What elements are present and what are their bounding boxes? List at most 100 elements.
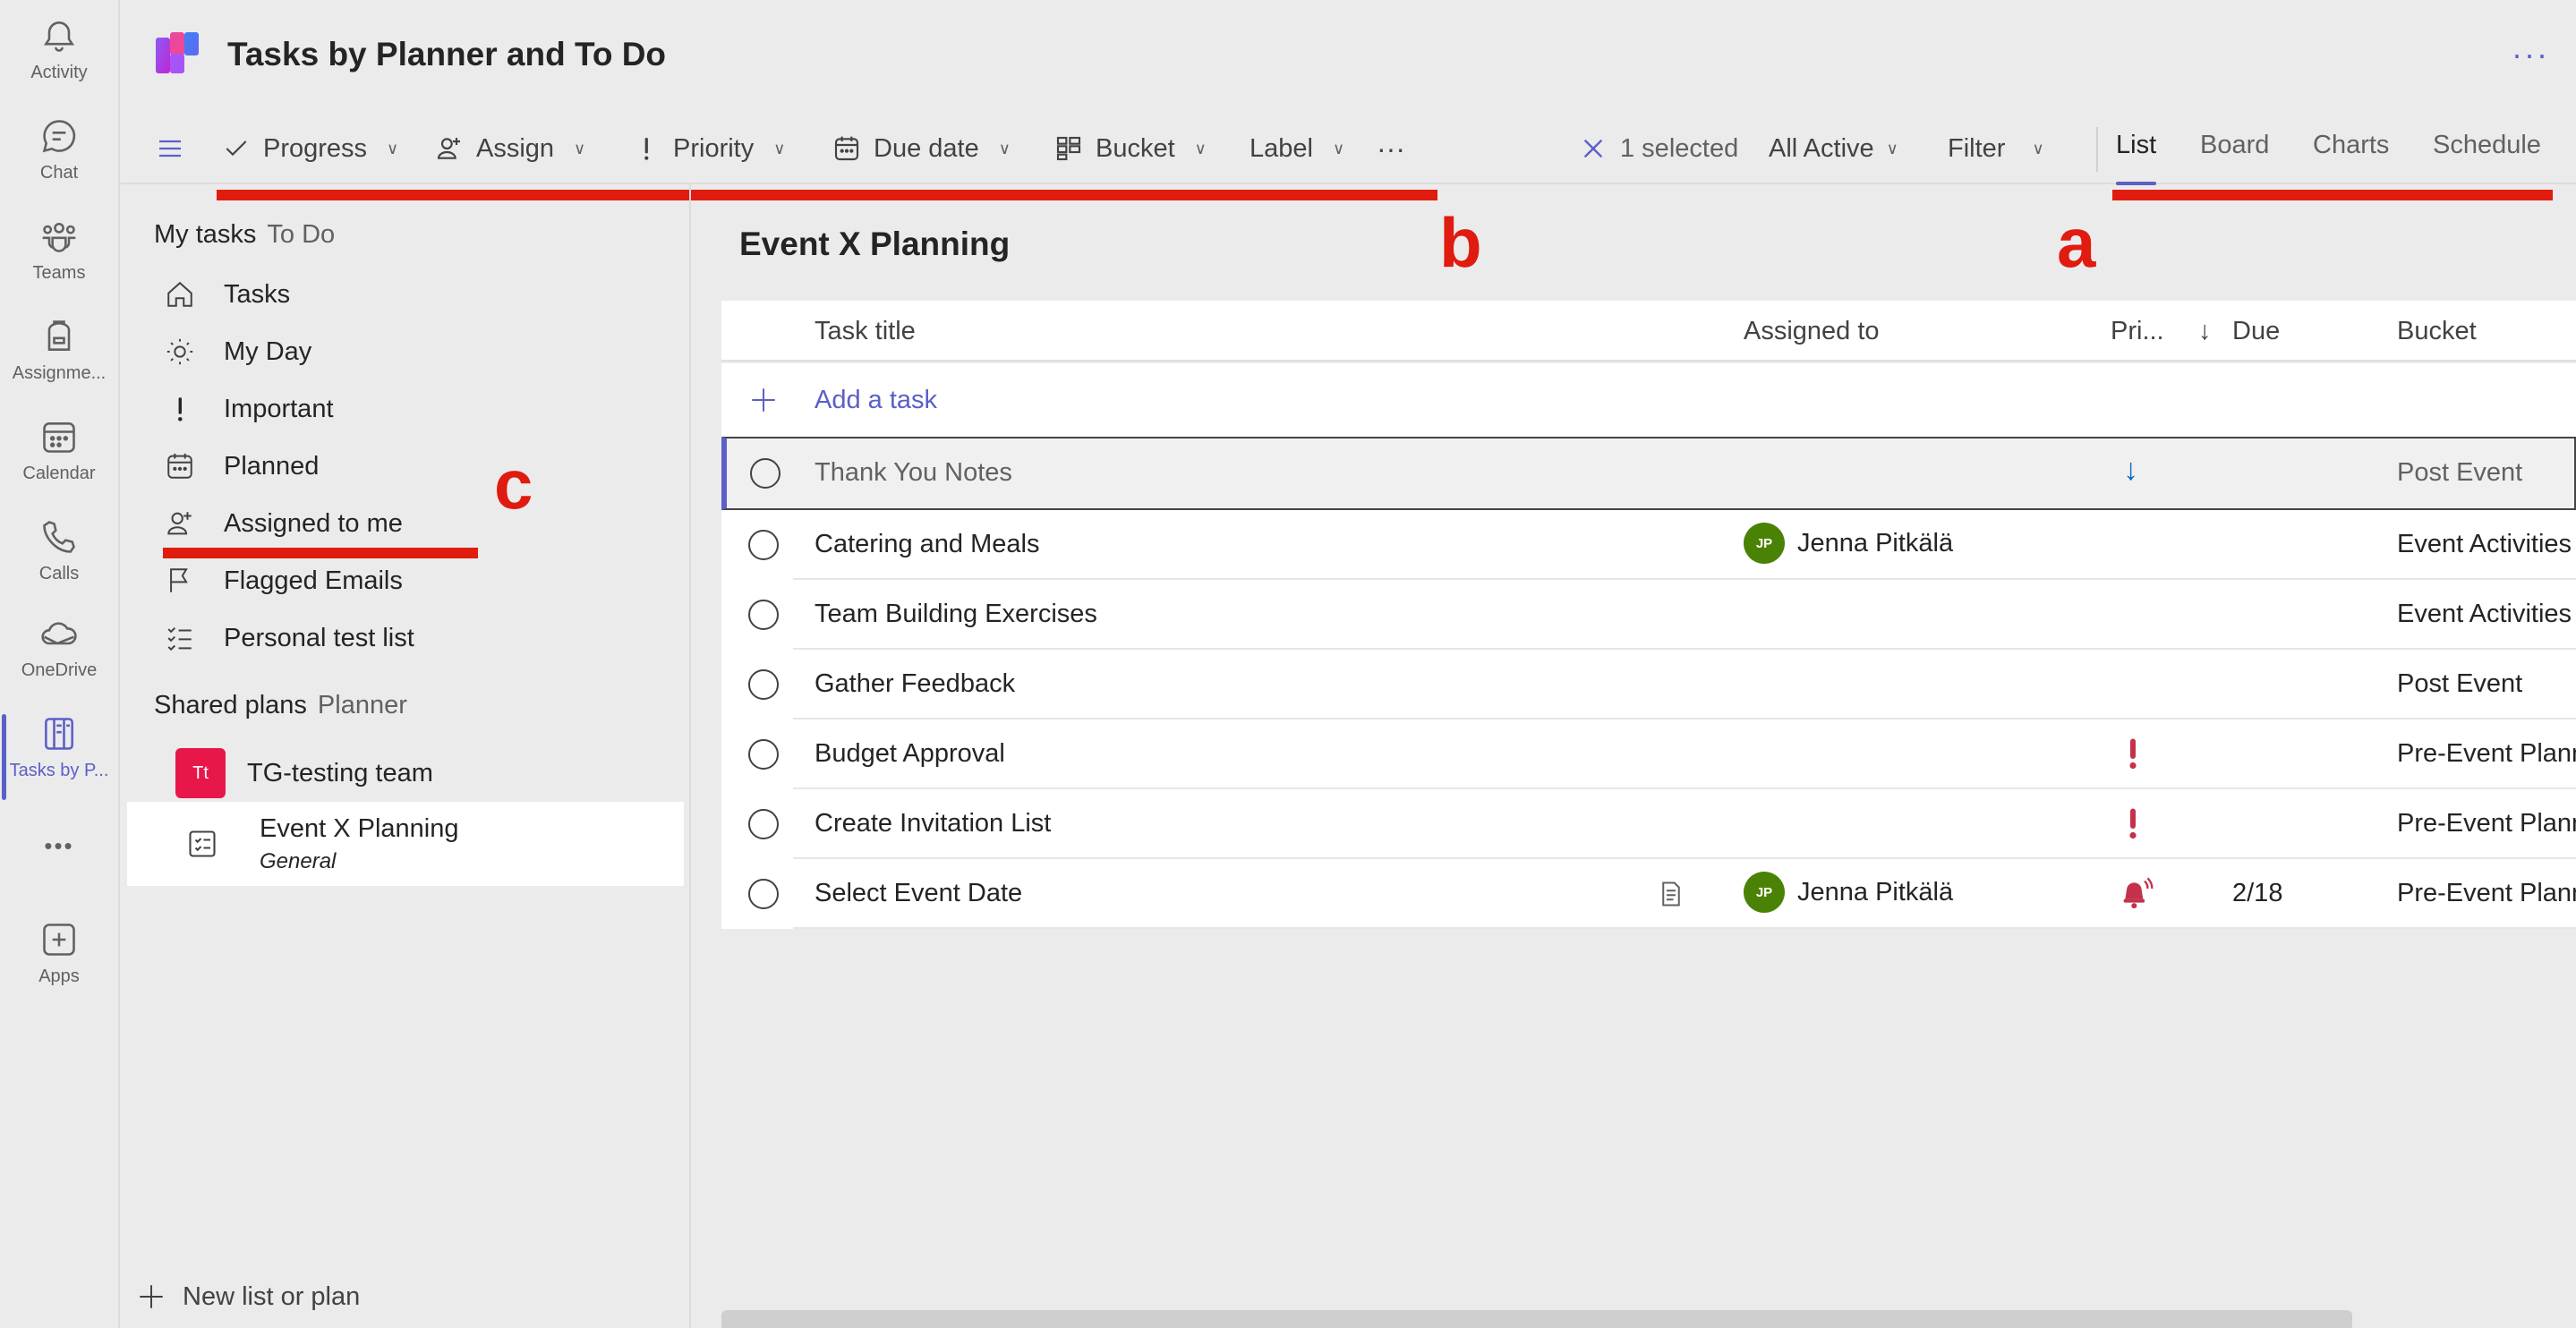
complete-checkbox[interactable] [748, 739, 779, 770]
new-list-button[interactable]: New list or plan [136, 1281, 360, 1312]
label-button[interactable]: Label ∨ [1250, 129, 1344, 168]
exclamation-icon [644, 138, 649, 160]
all-active-dropdown[interactable]: All Active ∨ [1769, 129, 1898, 168]
rail-apps[interactable]: Apps [0, 920, 118, 1009]
col-task-title[interactable]: Task title [815, 317, 916, 346]
bucket-button[interactable]: Bucket ∨ [1054, 129, 1207, 168]
tasks-icon [45, 718, 73, 750]
rail-assignments[interactable]: Assignme... [0, 317, 118, 406]
complete-checkbox[interactable] [748, 669, 779, 700]
table-row[interactable]: Team Building Exercises Event Activities [721, 580, 2576, 650]
table-row[interactable]: Budget Approval Pre-Event Planning [721, 719, 2576, 789]
rail-chat[interactable]: Chat [0, 116, 118, 206]
tab-board[interactable]: Board [2200, 131, 2269, 160]
complete-checkbox[interactable] [748, 809, 779, 839]
sidebar-plan-event-x-planning[interactable]: Event X Planning General [127, 802, 684, 886]
rail-calls[interactable]: Calls [0, 517, 118, 607]
priority-button[interactable]: Priority ∨ [632, 129, 785, 168]
task-title: Create Invitation List [815, 809, 1052, 838]
label-label: Label [1250, 133, 1313, 163]
sidebar-item-my-day[interactable]: My Day [165, 326, 666, 378]
rail-teams[interactable]: Teams [0, 217, 118, 306]
sidebar-item-label: My Day [224, 336, 312, 366]
complete-checkbox[interactable] [748, 530, 779, 560]
sidebar-item-tasks[interactable]: Tasks [165, 268, 666, 320]
my-tasks-title: My tasks [154, 220, 257, 249]
due-date-button[interactable]: Due date ∨ [832, 129, 1011, 168]
task-title: Budget Approval [815, 739, 1005, 768]
sidebar-item-label: Tasks [224, 279, 291, 309]
rail-more-button[interactable]: ••• [0, 832, 118, 875]
add-task-row[interactable]: Add a task [721, 363, 2576, 437]
table-row[interactable]: Thank You Notes ↓ Post Event [721, 437, 2576, 510]
my-tasks-sub: To Do [267, 220, 336, 249]
shared-plans-header: Shared plans Planner [154, 691, 407, 720]
sidebar-item-flagged-emails[interactable]: Flagged Emails [165, 555, 666, 607]
header-more-button[interactable]: ··· [2512, 36, 2549, 73]
toolbar-more-button[interactable]: ··· [1377, 129, 1405, 168]
sort-arrow-down-icon[interactable]: ↓ [2198, 317, 2212, 346]
rail-label: Assignme... [12, 363, 107, 383]
rail-onedrive[interactable]: OneDrive [0, 614, 118, 703]
table-row[interactable]: Create Invitation List Pre-Event Plannin… [721, 789, 2576, 859]
task-grid: Task title Assigned to Pri... ↓ Due Buck… [721, 301, 2576, 929]
sidebar-item-label: Personal test list [224, 623, 414, 652]
filter-button[interactable]: Filter ∨ [1948, 129, 2044, 168]
calendar-icon [167, 453, 192, 479]
sidebar-item-planned[interactable]: Planned [165, 440, 666, 492]
sidebar-item-personal-test-list[interactable]: Personal test list [165, 612, 666, 664]
chevron-down-icon: ∨ [2032, 139, 2044, 157]
bell-icon [43, 21, 75, 52]
task-assignee[interactable]: JP Jenna Pitkälä [1744, 872, 1953, 913]
complete-checkbox[interactable] [750, 458, 780, 489]
rail-tasks[interactable]: Tasks by P... [0, 714, 118, 804]
important-priority-icon [2129, 808, 2137, 839]
selected-indicator[interactable]: 1 selected [1579, 129, 1738, 168]
sidebar-item-important[interactable]: Important [165, 383, 666, 435]
table-row[interactable]: Gather Feedback Post Event [721, 650, 2576, 719]
more-icon: ··· [1377, 132, 1405, 165]
hamburger-button[interactable] [156, 129, 197, 168]
horizontal-scrollbar[interactable] [721, 1310, 2352, 1328]
sidebar-plan-tg-testing-team[interactable]: Tt TG-testing team [127, 741, 684, 805]
col-due[interactable]: Due [2232, 317, 2280, 346]
assign-button[interactable]: Assign ∨ [435, 129, 585, 168]
assign-label: Assign [476, 133, 555, 163]
shared-plans-sub: Planner [317, 691, 407, 719]
task-bucket: Post Event [2397, 458, 2523, 487]
table-row[interactable]: Select Event Date JP Jenna Pitkälä 2/18 … [721, 859, 2576, 929]
table-row[interactable]: Catering and Meals JP Jenna Pitkälä Even… [721, 510, 2576, 580]
rail-label: OneDrive [21, 660, 98, 680]
task-bucket: Pre-Event Planning [2397, 879, 2576, 907]
progress-button[interactable]: Progress ∨ [222, 129, 398, 168]
rail-label: Chat [39, 163, 79, 183]
add-app-icon [43, 924, 75, 956]
plan-channel: General [260, 848, 337, 873]
app-rail: Activity Chat Teams Assignme... Calendar… [0, 0, 120, 1328]
sidebar-item-assigned-to-me[interactable]: Assigned to me [165, 498, 666, 549]
row-divider [793, 927, 2576, 929]
tab-list[interactable]: List [2116, 131, 2157, 185]
tab-schedule[interactable]: Schedule [2433, 131, 2541, 160]
plus-icon [752, 388, 775, 412]
tab-charts[interactable]: Charts [2313, 131, 2389, 160]
chevron-down-icon: ∨ [387, 139, 399, 157]
bucket-label: Bucket [1096, 133, 1175, 163]
bucket-icon [1056, 136, 1081, 161]
chevron-down-icon: ∨ [773, 139, 786, 157]
assignments-icon [47, 320, 71, 351]
complete-checkbox[interactable] [748, 600, 779, 630]
rail-calendar[interactable]: Calendar [0, 417, 118, 507]
col-bucket[interactable]: Bucket [2397, 317, 2477, 346]
rail-activity[interactable]: Activity [0, 16, 118, 106]
grid-header: Task title Assigned to Pri... ↓ Due Buck… [721, 301, 2576, 362]
my-tasks-header: My tasks To Do [154, 220, 335, 250]
col-priority[interactable]: Pri... [2111, 317, 2164, 346]
chevron-down-icon: ∨ [998, 139, 1011, 157]
col-assigned-to[interactable]: Assigned to [1744, 317, 1880, 346]
task-bucket: Pre-Event Planning [2397, 809, 2576, 838]
assignee-name: Jenna Pitkälä [1797, 528, 1954, 558]
filter-label: Filter [1948, 133, 2006, 163]
task-assignee[interactable]: JP Jenna Pitkälä [1744, 523, 1953, 564]
complete-checkbox[interactable] [748, 879, 779, 909]
